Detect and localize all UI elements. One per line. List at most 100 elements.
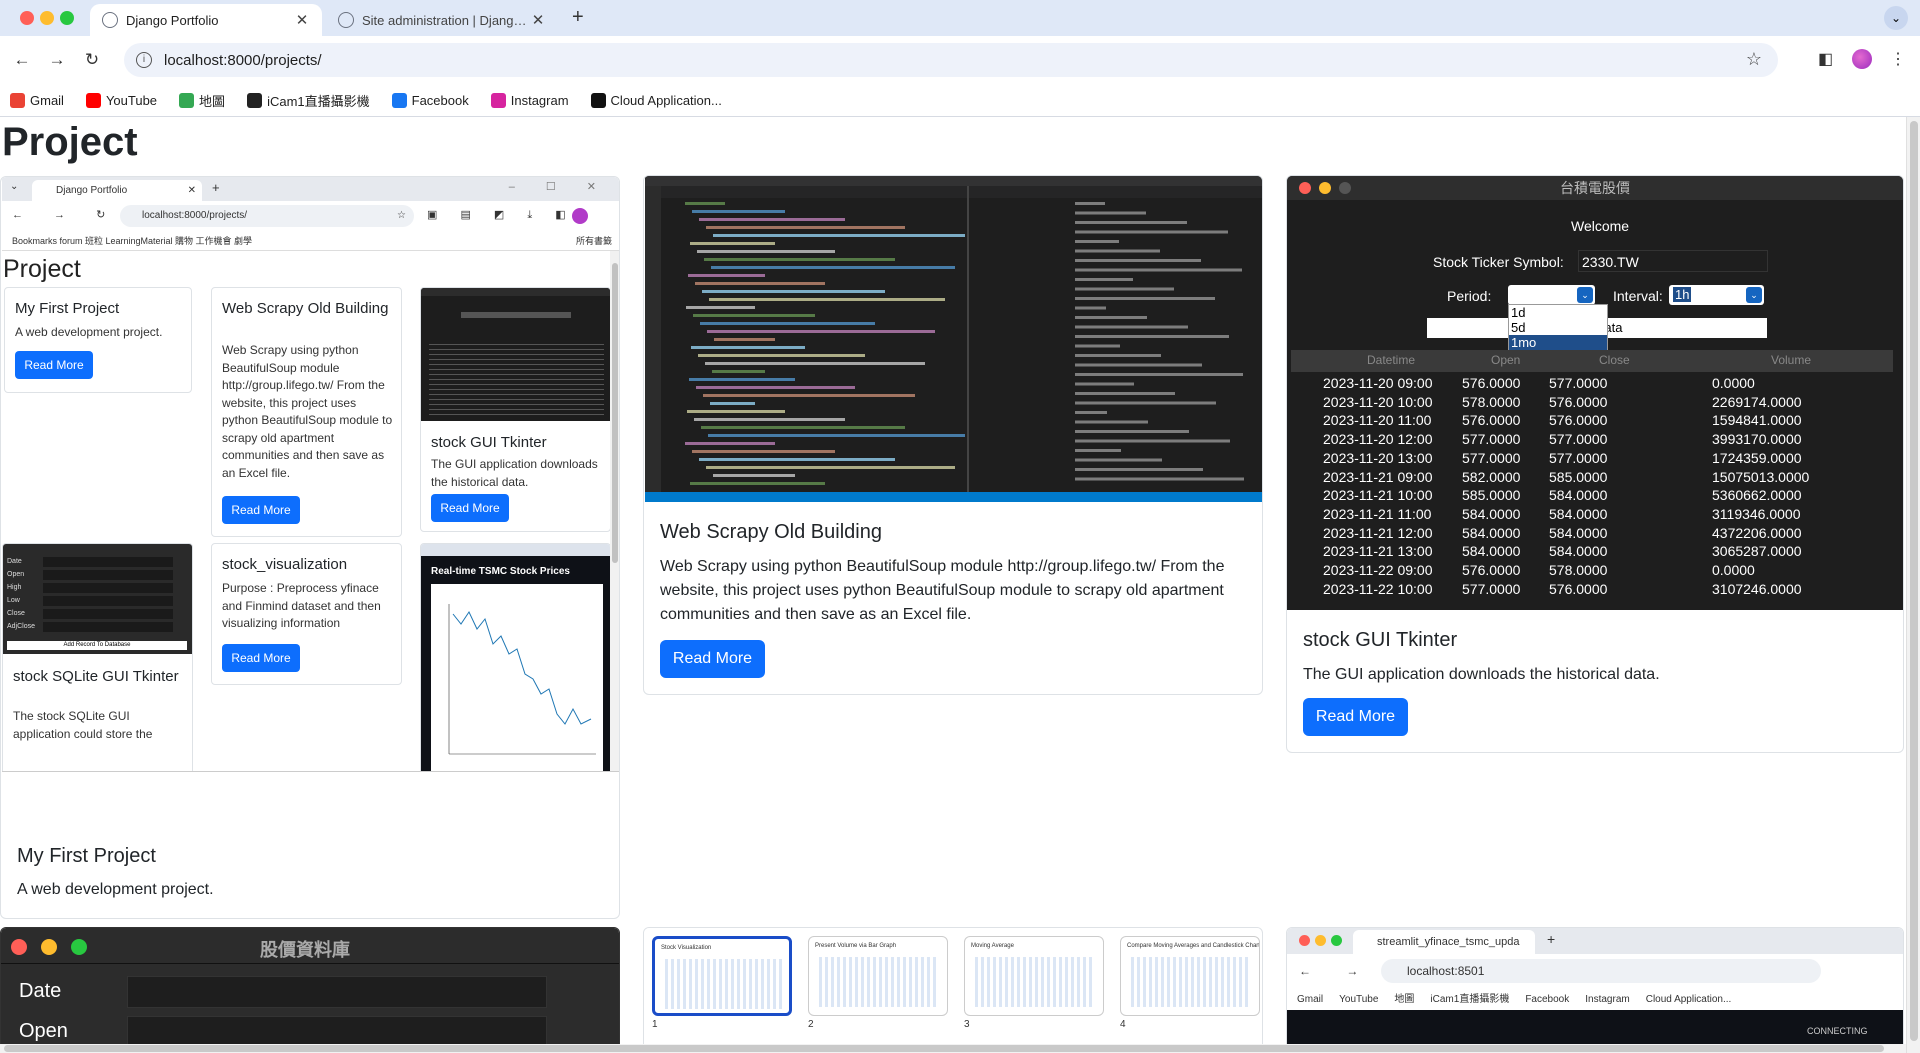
bookmark-star-icon[interactable]: ☆ [1746,49,1762,70]
mini-tab: Django Portfolio ✕ [32,180,202,201]
tk-cell: 4372206.0000 [1712,524,1802,541]
scrollbar-thumb[interactable] [1910,121,1918,1041]
bookmark-2[interactable]: 地圖 [179,91,225,110]
tk-titlebar: 台積電股價 [1287,176,1903,200]
tk-period-dropdown: 1d 5d 1mo [1508,304,1608,350]
tk-cell: 1724359.0000 [1712,449,1802,466]
csv-line [1075,259,1201,262]
db-field-label: Open [19,1020,68,1042]
mini-bookmarks-bar: Bookmarks forum 班粒 LearningMaterial 購物 工… [2,231,619,251]
read-more-button[interactable]: Read More [1303,698,1408,736]
tk-cell: 2023-11-20 12:00 [1323,431,1433,448]
code-line [700,322,875,325]
cloud-app-icon [590,93,606,108]
tk-cell: 0.0000 [1712,562,1755,578]
menu-icon[interactable]: ⋮ [1890,49,1906,69]
code-line [692,450,835,453]
read-more-button[interactable]: Read More [660,640,765,678]
tk-cell: 2023-11-21 12:00 [1323,524,1433,541]
new-tab-button[interactable]: + [572,6,584,29]
tk-cell: 585.0000 [1549,468,1608,485]
tk-cell: 5360662.0000 [1712,487,1802,504]
tk-option: 5d [1511,320,1526,335]
csv-line [1075,420,1148,424]
code-line [690,482,825,485]
back-icon[interactable]: ← [10,48,34,72]
project-card-stock-sqlite: 股價資料庫 Date Open [0,927,620,1047]
maximize-window-button[interactable] [60,11,74,25]
chart-thumbnail-number: 3 [964,1019,970,1030]
project-card-stock-visualization: Stock Visualization 1 Present Volume via B… [643,927,1263,1047]
tk-cell: 576.0000 [1549,580,1608,597]
tab-django-portfolio[interactable]: Django Portfolio ✕ [90,4,322,36]
tk-cell: 577.0000 [1549,431,1608,448]
bookmark-6[interactable]: Cloud Application... [590,93,722,108]
project-screenshot-db-app: 股價資料庫 Date Open [1,928,619,1047]
scrollbar-thumb[interactable] [4,1045,1884,1052]
code-line [711,266,955,269]
tk-period-combobox: ⌄ [1508,285,1595,305]
site-info-icon[interactable]: i [136,52,152,68]
minimize-window-button[interactable] [40,11,54,25]
streamlit-status: CONNECTING [1807,1026,1868,1036]
tk-window-title: 台積電股價 [1560,180,1630,196]
mini-read-more: Read More [222,496,300,524]
browser-toolbar: ← → ↻ i localhost:8000/projects/ ☆ ◧ ⋮ [0,36,1920,85]
mini-card-title: My First Project [15,300,120,317]
side-panel-icon[interactable]: ◧ [1818,49,1833,69]
tk-cell: 577.0000 [1462,449,1521,466]
tab-title: Django Portfolio [126,12,219,28]
bookmark-4[interactable]: Facebook [391,93,469,108]
tk-table-row: 2023-11-20 10:00 578.0000 576.0000 2269174.… [1291,393,1893,412]
profile-avatar[interactable] [1852,49,1872,69]
bookmark-1[interactable]: YouTube [85,93,157,108]
chart-thumbnail-graph [665,959,785,1009]
tk-col-header: Close [1599,353,1630,367]
streamlit-bookmarks-bar: Gmail YouTube 地圖 iCam1直播攝影機 Facebook Instagra… [1297,990,1897,1006]
code-line [698,354,865,357]
code-line [704,258,895,261]
code-line [709,298,945,301]
browser-chrome: Django Portfolio ✕ Site administration |… [0,0,1920,117]
page-vertical-scrollbar[interactable] [1906,117,1920,1053]
code-line [686,306,755,309]
close-window-button[interactable] [20,11,34,25]
mini-db-input [43,583,173,593]
tk-table-row: 2023-11-22 10:00 577.0000 576.0000 3107246.… [1291,580,1893,599]
tab-site-admin[interactable]: Site administration | Django site admin … [326,4,558,36]
tk-cell: 2023-11-20 10:00 [1323,393,1433,410]
page-horizontal-scrollbar[interactable] [0,1044,1906,1053]
tk-cell: 2023-11-20 09:00 [1323,375,1433,391]
tab-search-button[interactable]: ⌄ [1884,6,1908,30]
mini-read-more: Read More [431,494,509,522]
tk-cell: 577.0000 [1549,375,1608,391]
tk-col-header: Volume [1771,353,1812,367]
address-bar[interactable]: i localhost:8000/projects/ ☆ [124,43,1778,77]
mini-new-tab-icon: + [212,180,220,195]
code-line [685,202,725,205]
bookmark-5[interactable]: Instagram [490,93,569,108]
bookmark-0[interactable]: Gmail [10,93,64,108]
tk-table-header: Datetime Open Close Volume [1291,350,1893,372]
code-line [688,274,765,277]
csv-line [1075,325,1188,329]
bookmark-3[interactable]: iCam1直播攝影機 [247,91,370,110]
project-screenshot-tkinter-app: 台積電股價 Welcome Stock Ticker Symbol: 2330.… [1287,176,1903,610]
code-lines [685,202,965,485]
mini-card-title: Web Scrapy Old Building [222,300,389,317]
streamlit-bookmark: Cloud Application... [1645,994,1732,1005]
page-title: Project [2,120,138,164]
tk-cell: 577.0000 [1462,431,1521,448]
chart-thumbnail-number: 2 [808,1019,814,1030]
close-tab-icon[interactable]: ✕ [530,11,546,29]
streamlit-bookmark: Instagram [1585,994,1630,1005]
code-line [713,474,795,477]
tk-cell: 2023-11-21 10:00 [1323,487,1433,504]
tk-cell: 585.0000 [1462,487,1521,504]
reload-icon[interactable]: ↻ [80,48,104,72]
mini-card-text: The GUI application downloads the histor… [431,457,598,489]
chart-thumbnail-graph [819,957,939,1007]
close-tab-icon[interactable]: ✕ [294,11,310,29]
csv-line [1075,316,1147,319]
forward-icon[interactable]: → [45,48,69,72]
